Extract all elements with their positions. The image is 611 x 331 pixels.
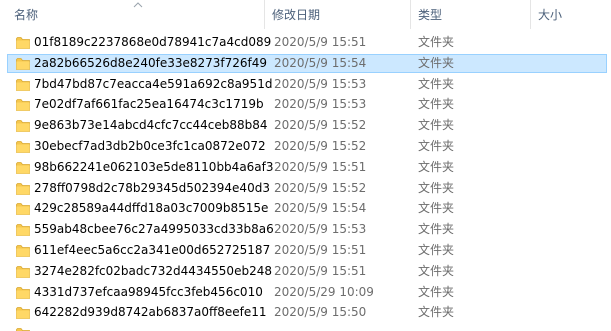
file-type: 文件夹	[418, 118, 455, 133]
file-date-modified: 2020/5/9 15:52	[274, 138, 367, 153]
file-rows: 01f8189c2237868e0d78941c7a4cd089 2020/5/9…	[0, 32, 611, 331]
column-header-type[interactable]: 类型	[418, 0, 526, 29]
file-row[interactable]: 30ebecf7ad3db2b0ce3fc1ca0872e072 2020/5/9…	[0, 136, 611, 157]
folder-icon	[16, 244, 30, 257]
file-type: 文件夹	[418, 55, 455, 70]
file-date-modified: 2020/5/9 15:53	[274, 97, 367, 112]
folder-icon	[16, 306, 30, 320]
folder-icon	[16, 98, 30, 112]
file-type: 文件夹	[418, 284, 455, 299]
file-row[interactable]: 3274e282fc02badc732d4434550eb248 2020/5/9…	[0, 261, 611, 282]
file-name[interactable]: 7e02df7af661fac25ea16474c3c1719b	[34, 94, 264, 115]
file-row[interactable]	[0, 323, 611, 331]
column-header-size[interactable]: 大小	[538, 0, 611, 29]
folder-icon	[16, 223, 30, 237]
folder-icon	[16, 327, 30, 331]
file-name[interactable]: 429c28589a44dffd18a03c7009b8515e	[34, 198, 268, 219]
column-divider[interactable]	[264, 0, 265, 29]
folder-icon	[16, 182, 30, 195]
file-date-modified: 2020/5/9 15:53	[274, 222, 367, 237]
file-row[interactable]: 98b662241e062103e5de8110bb4a6af3 2020/5/9…	[0, 157, 611, 178]
file-date-modified: 2020/5/9 15:51	[274, 242, 367, 257]
file-row[interactable]: 2a82b66526d8e240fe33e8273f726f49 2020/5/9…	[0, 53, 611, 74]
file-type: 文件夹	[418, 138, 455, 153]
column-header-name[interactable]: 名称	[14, 0, 262, 29]
file-row[interactable]: 01f8189c2237868e0d78941c7a4cd089 2020/5/9…	[0, 32, 611, 53]
file-name[interactable]: 9e863b73e14abcd4cfc7cc44ceb88b84	[34, 115, 268, 136]
file-name[interactable]: 559ab48cbee76c27a4995033cd33b8a6	[34, 219, 274, 240]
file-type: 文件夹	[418, 201, 455, 216]
file-type: 文件夹	[418, 263, 455, 278]
folder-icon	[16, 78, 30, 91]
folder-icon	[16, 161, 30, 174]
file-date-modified: 2020/5/29 10:09	[274, 284, 374, 299]
file-type: 文件夹	[418, 180, 455, 195]
file-date-modified: 2020/5/9 15:54	[274, 201, 367, 216]
column-divider[interactable]	[410, 0, 411, 29]
file-row[interactable]: 7e02df7af661fac25ea16474c3c1719b 2020/5/9…	[0, 94, 611, 115]
column-divider[interactable]	[530, 0, 531, 29]
file-date-modified: 2020/5/9 15:50	[274, 305, 367, 320]
file-row[interactable]: 429c28589a44dffd18a03c7009b8515e 2020/5/9…	[0, 198, 611, 219]
file-row[interactable]: 4331d737efcaa98945fcc3feb456c010 2020/5/2…	[0, 282, 611, 303]
file-date-modified: 2020/5/9 15:53	[274, 76, 367, 91]
column-header-bar: 名称 修改日期 类型 大小	[0, 0, 611, 29]
file-type: 文件夹	[418, 159, 455, 174]
file-explorer-list: 名称 修改日期 类型 大小 01f8189c2237868e0d78941c7a…	[0, 0, 611, 331]
file-type: 文件夹	[418, 35, 455, 49]
file-name[interactable]: 98b662241e062103e5de8110bb4a6af3	[34, 157, 274, 178]
file-row[interactable]: 9e863b73e14abcd4cfc7cc44ceb88b84 2020/5/9…	[0, 115, 611, 136]
file-name[interactable]: 4331d737efcaa98945fcc3feb456c010	[34, 282, 263, 303]
file-name[interactable]: 01f8189c2237868e0d78941c7a4cd089	[34, 32, 271, 53]
file-type: 文件夹	[418, 242, 455, 257]
file-name[interactable]: 30ebecf7ad3db2b0ce3fc1ca0872e072	[34, 136, 266, 157]
folder-icon	[16, 57, 30, 70]
file-type: 文件夹	[418, 222, 455, 237]
file-date-modified: 2020/5/9 15:51	[274, 263, 367, 278]
file-row[interactable]: 278ff0798d2c78b29345d502394e40d3 2020/5/9…	[0, 178, 611, 199]
file-name[interactable]: 2a82b66526d8e240fe33e8273f726f49	[34, 53, 267, 74]
file-row[interactable]: 611ef4eec5a6cc2a341e00d652725187 2020/5/9…	[0, 240, 611, 261]
file-name[interactable]: 3274e282fc02badc732d4434550eb248	[34, 261, 272, 282]
file-type: 文件夹	[418, 305, 455, 320]
file-date-modified: 2020/5/9 15:52	[274, 118, 367, 133]
file-type: 文件夹	[418, 97, 455, 112]
file-date-modified: 2020/5/9 15:51	[274, 35, 367, 49]
file-row[interactable]: 7bd47bd87c7eacca4e591a692c8a951d 2020/5/9…	[0, 74, 611, 95]
folder-icon	[16, 119, 30, 133]
folder-icon	[16, 36, 30, 49]
column-header-date-modified[interactable]: 修改日期	[272, 0, 408, 29]
folder-icon	[16, 286, 30, 299]
folder-icon	[16, 140, 30, 153]
file-row[interactable]: 642282d939d8742ab6837a0ff8eefe11 2020/5/9…	[0, 302, 611, 323]
folder-icon	[16, 265, 30, 278]
file-name[interactable]: 642282d939d8742ab6837a0ff8eefe11	[34, 302, 267, 323]
file-date-modified: 2020/5/9 15:54	[274, 55, 367, 70]
file-name[interactable]: 278ff0798d2c78b29345d502394e40d3	[34, 178, 270, 199]
file-date-modified: 2020/5/9 15:51	[274, 159, 367, 174]
file-name[interactable]: 7bd47bd87c7eacca4e591a692c8a951d	[34, 74, 272, 95]
file-row[interactable]: 559ab48cbee76c27a4995033cd33b8a6 2020/5/9…	[0, 219, 611, 240]
file-type: 文件夹	[418, 76, 455, 91]
file-date-modified: 2020/5/9 15:52	[274, 180, 367, 195]
folder-icon	[16, 202, 30, 216]
file-name[interactable]: 611ef4eec5a6cc2a341e00d652725187	[34, 240, 270, 261]
